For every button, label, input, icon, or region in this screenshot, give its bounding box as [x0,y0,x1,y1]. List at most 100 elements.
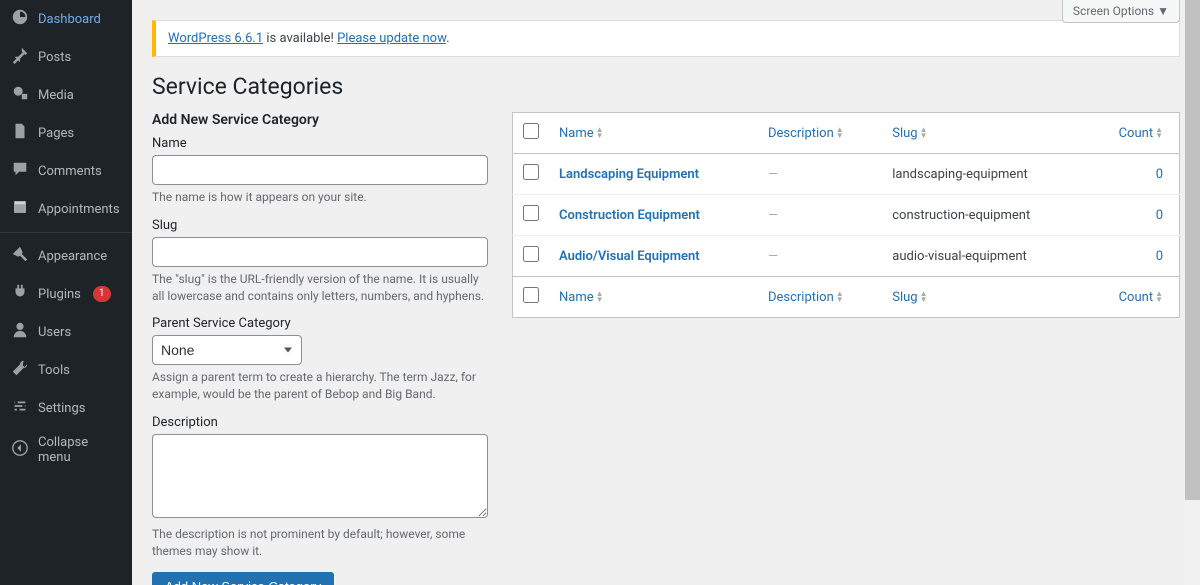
table-row: Construction Equipment — construction-equi… [513,195,1180,236]
categories-table: Name▲▼ Description▲▼ Slug▲▼ Count▲▼ Land… [512,112,1180,318]
appearance-icon [10,245,30,267]
tools-icon [10,359,30,381]
form-section-title: Add New Service Category [152,112,488,128]
admin-sidebar: Dashboard Posts Media Pages Comments [0,0,132,585]
page-title: Service Categories [152,73,1180,100]
name-helper: The name is how it appears on your site. [152,189,488,206]
sort-icon: ▲▼ [596,127,604,139]
row-checkbox[interactable] [523,164,539,180]
calendar-icon [10,198,30,220]
sidebar-item-settings[interactable]: Settings [0,389,132,427]
sidebar-item-label: Posts [38,50,71,65]
table-row: Landscaping Equipment — landscaping-equipm… [513,154,1180,195]
category-slug: landscaping-equipment [882,154,1087,195]
category-description: — [768,249,778,264]
sidebar-item-label: Comments [38,164,102,179]
description-textarea[interactable] [152,434,488,518]
sidebar-item-dashboard[interactable]: Dashboard [0,0,132,38]
screen-options-label: Screen Options [1073,4,1154,18]
sidebar-item-label: Tools [38,363,70,378]
sort-icon: ▲▼ [920,127,928,139]
sort-icon: ▲▼ [596,291,604,303]
media-icon [10,84,30,106]
name-input[interactable] [152,155,488,185]
add-category-button[interactable]: Add New Service Category [152,572,334,585]
header-slug[interactable]: Slug▲▼ [882,113,1087,154]
category-count-link[interactable]: 0 [1156,208,1163,223]
row-checkbox[interactable] [523,205,539,221]
sidebar-item-label: Plugins [38,287,81,302]
update-now-link[interactable]: Please update now [337,31,446,46]
add-category-form: Add New Service Category Name The name i… [152,112,488,585]
parent-select[interactable]: None [152,335,302,365]
sidebar-item-label: Pages [38,126,74,141]
users-icon [10,321,30,343]
scrollbar[interactable] [1185,0,1200,585]
sidebar-item-label: Appearance [38,249,107,264]
sidebar-item-pages[interactable]: Pages [0,114,132,152]
category-slug: construction-equipment [882,195,1087,236]
sidebar-item-label: Collapse menu [38,435,124,465]
notice-end: . [446,31,449,46]
screen-options-toggle[interactable]: Screen Options ▼ [1062,0,1180,23]
footer-description[interactable]: Description▲▼ [758,277,882,318]
sidebar-item-label: Users [38,325,71,340]
footer-name[interactable]: Name▲▼ [549,277,758,318]
pin-icon [10,46,30,68]
row-checkbox[interactable] [523,246,539,262]
sidebar-item-comments[interactable]: Comments [0,152,132,190]
table-row: Audio/Visual Equipment — audio-visual-equi… [513,236,1180,277]
sort-icon: ▲▼ [1155,291,1163,303]
parent-label: Parent Service Category [152,316,488,331]
select-all-checkbox-footer[interactable] [523,287,539,303]
sort-icon: ▲▼ [836,127,844,139]
chevron-down-icon: ▼ [1157,4,1169,18]
comments-icon [10,160,30,182]
footer-slug[interactable]: Slug▲▼ [882,277,1087,318]
slug-input[interactable] [152,237,488,267]
category-slug: audio-visual-equipment [882,236,1087,277]
slug-label: Slug [152,218,488,233]
sort-icon: ▲▼ [920,291,928,303]
sidebar-item-collapse[interactable]: Collapse menu [0,427,132,473]
sidebar-item-users[interactable]: Users [0,313,132,351]
name-label: Name [152,136,488,151]
sort-icon: ▲▼ [1155,127,1163,139]
sidebar-item-label: Appointments [38,202,120,217]
main-content: Screen Options ▼ WordPress 6.6.1 is avai… [132,0,1200,585]
sidebar-item-tools[interactable]: Tools [0,351,132,389]
plugins-icon [10,283,30,305]
sidebar-item-appointments[interactable]: Appointments [0,190,132,228]
header-name[interactable]: Name▲▼ [549,113,758,154]
parent-helper: Assign a parent term to create a hierarc… [152,369,488,403]
category-description: — [768,208,778,223]
sidebar-item-plugins[interactable]: Plugins 1 [0,275,132,313]
sidebar-item-posts[interactable]: Posts [0,38,132,76]
description-label: Description [152,415,488,430]
category-count-link[interactable]: 0 [1156,249,1163,264]
category-count-link[interactable]: 0 [1156,167,1163,182]
category-description: — [768,167,778,182]
sidebar-item-label: Dashboard [38,12,101,27]
plugins-update-badge: 1 [93,286,111,302]
category-name-link[interactable]: Construction Equipment [559,208,700,223]
select-all-checkbox[interactable] [523,123,539,139]
dashboard-icon [10,8,30,30]
sidebar-item-label: Settings [38,401,85,416]
update-notice: WordPress 6.6.1 is available! Please upd… [152,20,1180,57]
header-description[interactable]: Description▲▼ [758,113,882,154]
sidebar-item-label: Media [38,88,74,103]
pages-icon [10,122,30,144]
category-name-link[interactable]: Audio/Visual Equipment [559,249,700,264]
footer-count[interactable]: Count▲▼ [1087,277,1179,318]
sidebar-item-media[interactable]: Media [0,76,132,114]
notice-text: is available! [263,31,337,46]
sidebar-item-appearance[interactable]: Appearance [0,232,132,275]
header-count[interactable]: Count▲▼ [1087,113,1179,154]
slug-helper: The "slug" is the URL-friendly version o… [152,271,488,305]
wordpress-version-link[interactable]: WordPress 6.6.1 [168,31,263,46]
sort-icon: ▲▼ [836,291,844,303]
category-name-link[interactable]: Landscaping Equipment [559,167,699,182]
settings-icon [10,397,30,419]
description-helper: The description is not prominent by defa… [152,526,488,560]
